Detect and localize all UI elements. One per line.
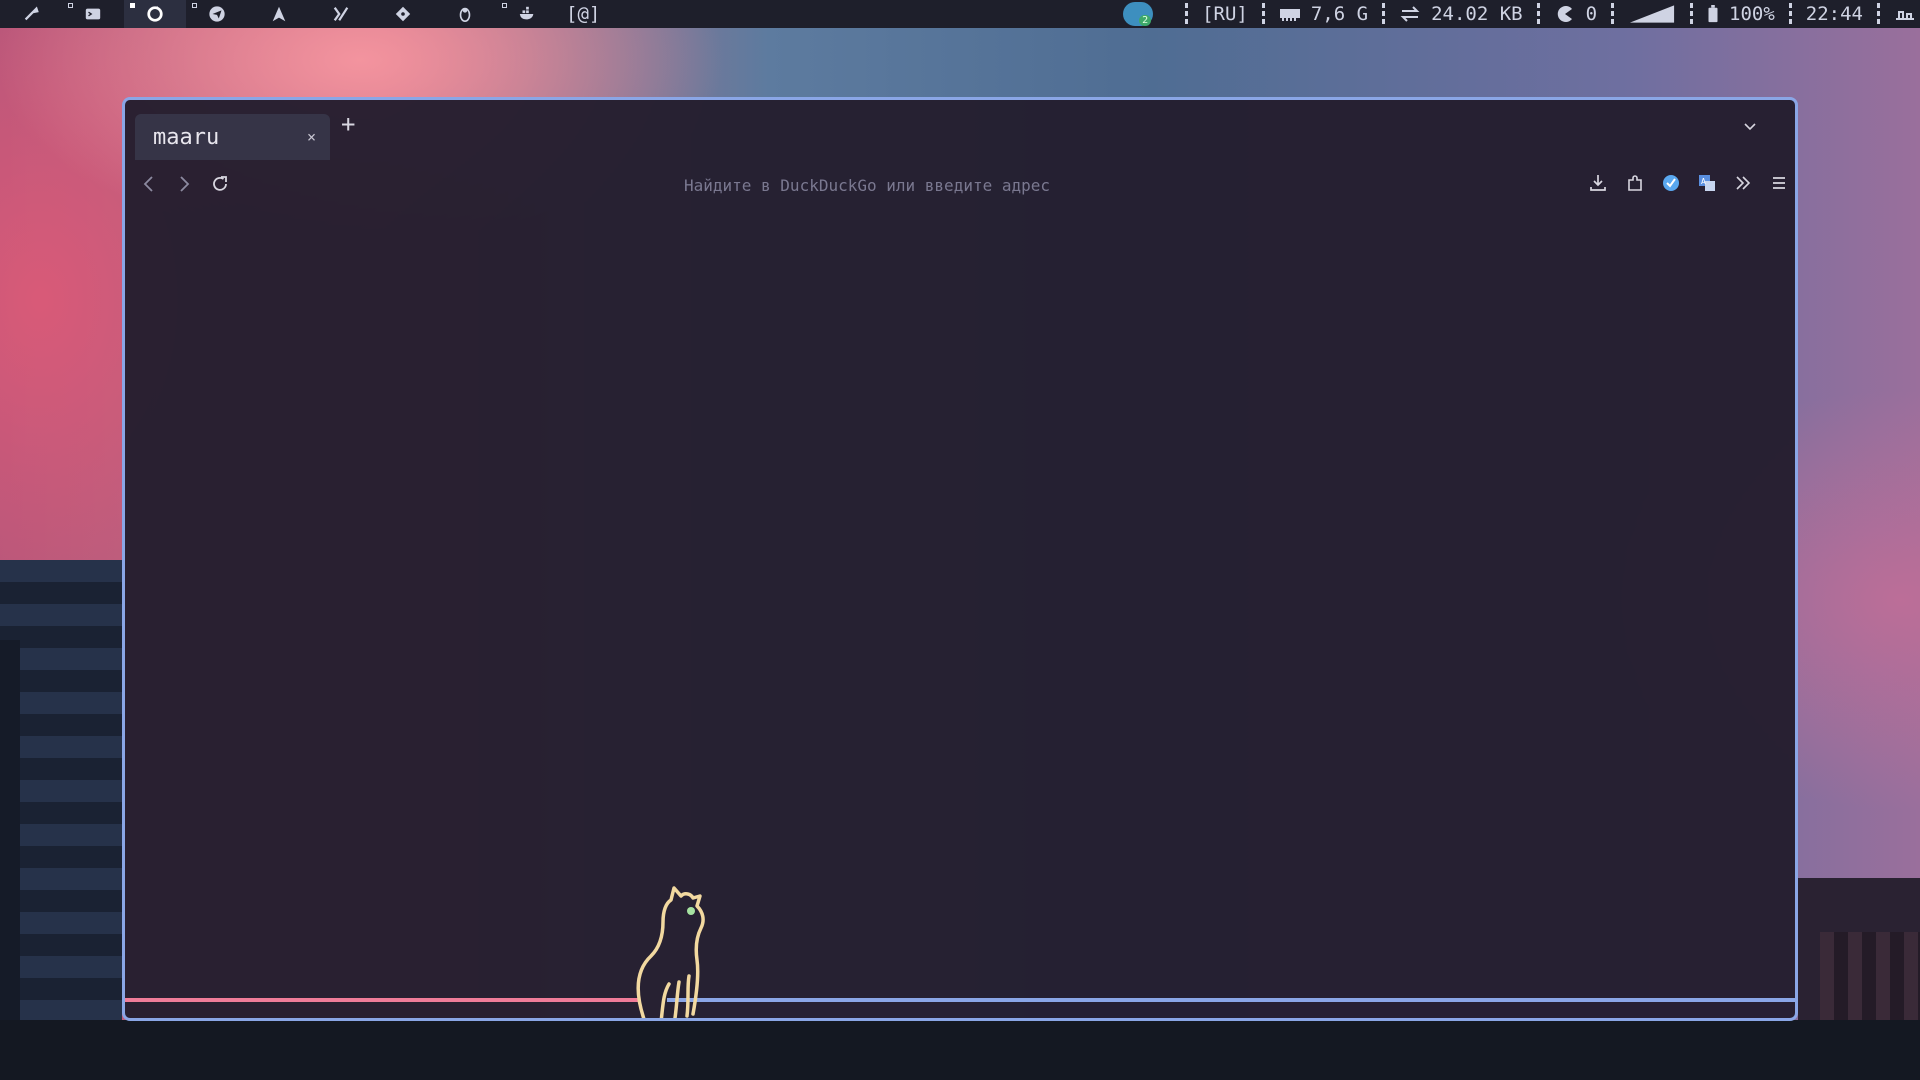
notification-button[interactable]: 2 <box>1123 2 1154 26</box>
workspace-2[interactable] <box>62 0 124 28</box>
browser-tab[interactable]: maaru × <box>135 114 330 160</box>
tab-title: maaru <box>153 125 220 150</box>
updates-count: 0 <box>1585 3 1598 25</box>
back-button[interactable] <box>137 172 161 196</box>
docker-icon <box>519 6 534 20</box>
forward-arrow-icon <box>180 176 190 192</box>
url-input[interactable] <box>365 168 1369 202</box>
separator <box>1877 3 1880 25</box>
tools-icon <box>24 6 39 21</box>
separator <box>1185 3 1189 25</box>
separator <box>1382 3 1386 25</box>
battery-module: 100% <box>1707 3 1775 25</box>
workspace-marker <box>68 3 73 8</box>
extension-blue-button[interactable] <box>1660 172 1682 194</box>
workspace-9[interactable] <box>496 0 558 28</box>
workspace-3[interactable] <box>124 0 186 28</box>
workspace-marker <box>130 3 135 8</box>
puzzle-icon <box>1628 175 1642 191</box>
workspace-1[interactable] <box>0 0 62 28</box>
terminal-icon <box>85 8 101 20</box>
linux-icon <box>459 7 471 23</box>
shield-check-icon <box>1663 175 1679 191</box>
download-icon <box>1590 175 1606 191</box>
close-tab-button[interactable]: × <box>307 128 316 146</box>
forward-button[interactable] <box>172 172 196 196</box>
separator <box>1536 3 1540 25</box>
separator <box>1788 3 1792 25</box>
separator <box>1690 3 1694 25</box>
translate-icon: A <box>1699 175 1715 191</box>
battery-value: 100% <box>1729 3 1775 25</box>
reload-button[interactable] <box>208 172 232 196</box>
workspace-marker <box>502 3 507 8</box>
memory-module: 7,6 G <box>1279 3 1368 25</box>
power-module[interactable] <box>1894 5 1916 23</box>
extensions-button[interactable] <box>1624 172 1646 194</box>
back-arrow-icon <box>143 176 153 192</box>
telegram-icon <box>209 6 225 22</box>
double-chevron-right-icon <box>1736 176 1751 190</box>
status-bar: [@] 2 [RU] 7,6 G 24.02 KB 0 100% 22:44 <box>0 0 1920 28</box>
scratchpad-label[interactable]: [@] <box>558 3 608 25</box>
separator <box>1611 3 1615 25</box>
workspace-6[interactable] <box>310 0 372 28</box>
menu-button[interactable] <box>1768 172 1790 194</box>
arch-icon <box>272 6 286 22</box>
firefox-icon <box>147 5 163 22</box>
hamburger-menu-icon <box>1773 177 1785 189</box>
chevron-down-icon[interactable] <box>1743 120 1757 134</box>
workspace-7[interactable] <box>372 0 434 28</box>
git-icon <box>395 6 411 22</box>
updates-module[interactable]: 0 <box>1554 3 1597 25</box>
memory-value: 7,6 G <box>1310 3 1369 25</box>
workspace-5[interactable] <box>248 0 310 28</box>
network-value: 24.02 KB <box>1431 3 1523 25</box>
reload-icon <box>213 176 227 191</box>
notification-count: 2 <box>1139 15 1152 26</box>
memory-icon <box>1279 9 1300 21</box>
workspace-marker <box>192 3 197 8</box>
network-module: 24.02 KB <box>1399 3 1523 25</box>
workspace-4[interactable] <box>186 0 248 28</box>
power-menu-icon <box>1896 11 1914 20</box>
downloads-button[interactable] <box>1587 172 1609 194</box>
overflow-button[interactable] <box>1732 172 1754 194</box>
volume-module[interactable] <box>1628 4 1676 24</box>
editor-icon <box>333 7 349 21</box>
network-transfer-icon <box>1400 6 1420 22</box>
keyboard-layout[interactable]: [RU] <box>1202 3 1248 25</box>
cat-illustration <box>636 886 705 1018</box>
svg-text:A: A <box>1701 177 1706 186</box>
pacman-icon <box>1557 6 1572 22</box>
translate-button[interactable]: A <box>1696 172 1718 194</box>
volume-level-icon <box>1629 5 1675 23</box>
separator <box>1261 3 1265 25</box>
battery-icon <box>1708 5 1718 23</box>
wallpaper-building-left-edge <box>0 640 20 1080</box>
clock[interactable]: 22:44 <box>1806 3 1863 25</box>
wallpaper-ground <box>0 1020 1920 1080</box>
decorative-line-blue <box>667 998 1795 1002</box>
browser-window: maaru × + A <box>122 97 1798 1021</box>
new-tab-button[interactable]: + <box>341 110 355 138</box>
decorative-line-pink <box>125 998 639 1002</box>
workspace-8[interactable] <box>434 0 496 28</box>
